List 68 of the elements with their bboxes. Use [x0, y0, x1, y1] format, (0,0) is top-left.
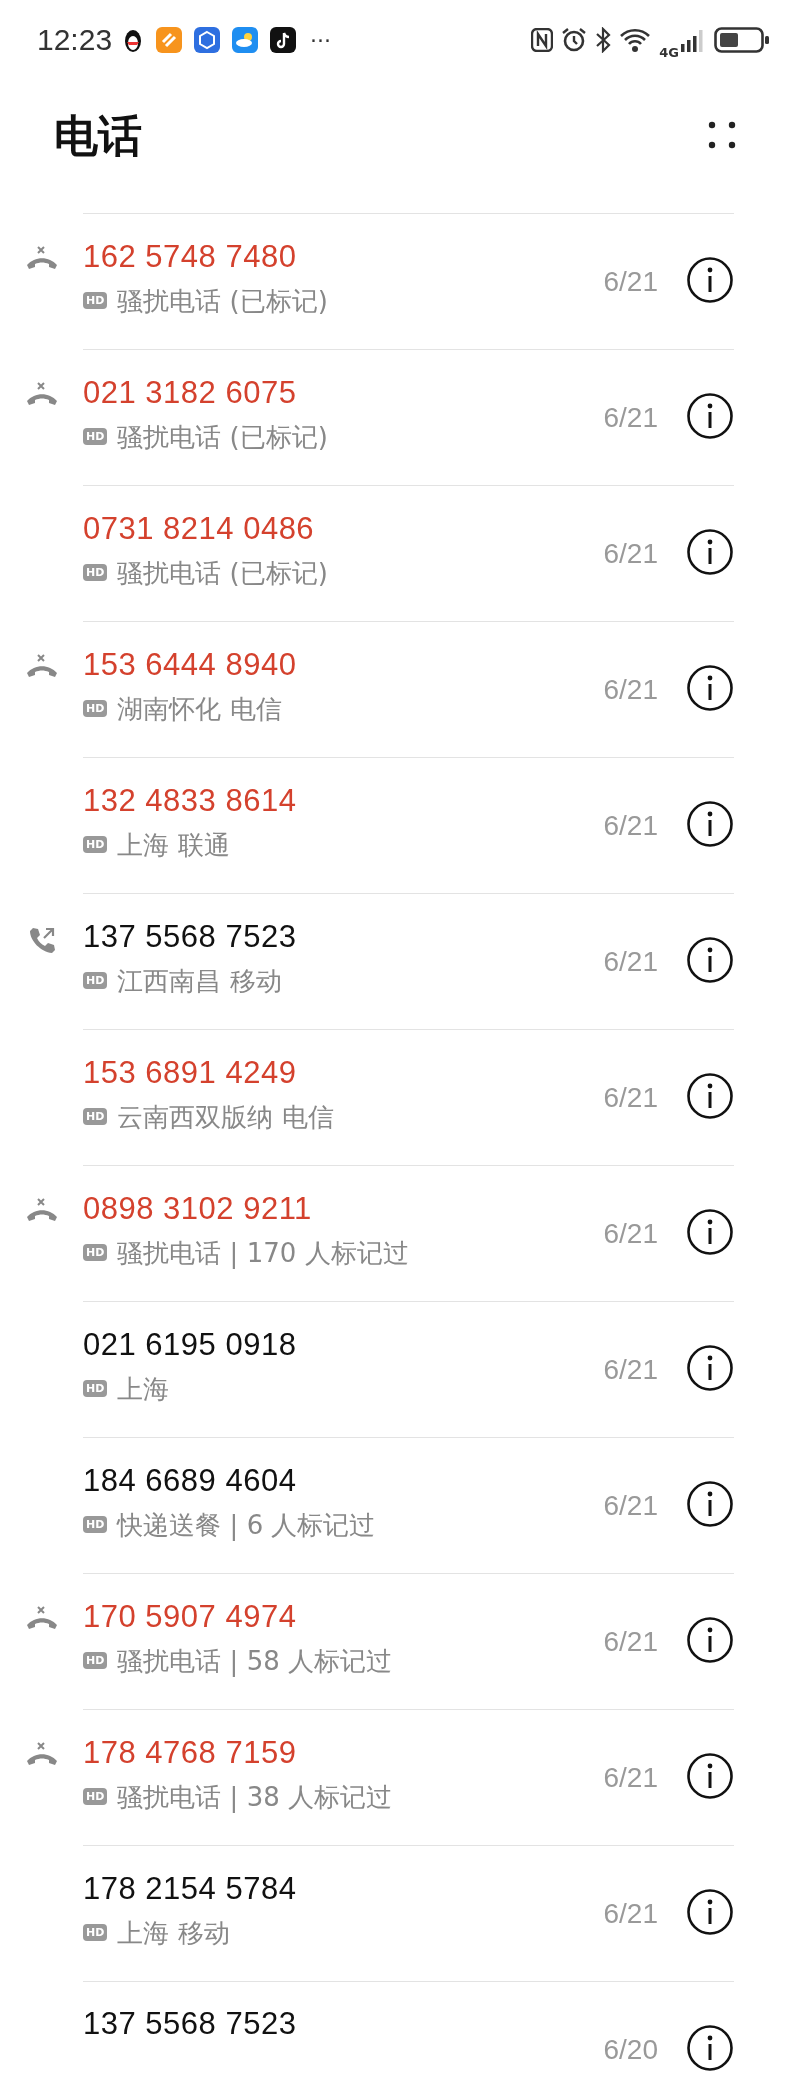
phone-number: 137 5568 7523 [83, 2005, 298, 2043]
call-date: 6/21 [603, 1353, 658, 1386]
call-detail: 上海 [117, 1372, 170, 1405]
call-date: 6/20 [603, 2033, 658, 2066]
bluetooth-icon [595, 27, 612, 53]
signal-icon [680, 27, 706, 53]
call-detail: 云南西双版纳 电信 [117, 1100, 334, 1133]
call-detail: 骚扰电话 (已标记) [117, 556, 328, 589]
phone-number: 170 5907 4974 [83, 1597, 298, 1636]
phone-number: 178 4768 7159 [83, 1733, 298, 1772]
call-detail: 骚扰电话 (已标记) [117, 284, 328, 317]
hd-badge: HD [83, 1380, 108, 1397]
music-note-icon [270, 27, 297, 53]
wifi-icon [619, 27, 652, 53]
hd-badge: HD [83, 1652, 108, 1669]
call-date: 6/21 [603, 945, 658, 978]
clock-time: 12:23 [37, 23, 113, 57]
call-date: 6/21 [603, 1081, 658, 1114]
hd-badge: HD [83, 1924, 108, 1941]
call-date: 6/21 [603, 673, 658, 706]
hd-badge: HD [83, 972, 108, 989]
weather-icon [232, 27, 259, 53]
phone-number: 137 5568 7523 [83, 917, 298, 956]
call-date: 6/21 [603, 1625, 658, 1658]
phone-number: 021 3182 6075 [83, 373, 298, 412]
call-date: 6/21 [603, 265, 658, 298]
hd-badge: HD [83, 564, 108, 581]
call-detail: 骚扰电话 | 170 人标记过 [117, 1236, 409, 1269]
phone-number: 153 6891 4249 [83, 1053, 298, 1092]
phone-number: 021 6195 0918 [83, 1325, 298, 1364]
phone-number: 0731 8214 0486 [83, 509, 316, 548]
hd-badge: HD [83, 428, 108, 445]
call-detail: 湖南怀化 电信 [117, 692, 282, 725]
hd-badge: HD [83, 700, 108, 717]
nfc-icon [531, 28, 554, 52]
call-date: 6/21 [603, 1761, 658, 1794]
more-notifications: ··· [310, 27, 332, 53]
battery-icon [714, 27, 770, 53]
phone-number: 184 6689 4604 [83, 1461, 298, 1500]
alarm-icon [561, 27, 588, 53]
hd-badge: HD [83, 836, 108, 853]
call-detail: 骚扰电话 (已标记) [117, 420, 328, 453]
phone-number: 178 2154 5784 [83, 1869, 298, 1908]
app-icon [156, 27, 183, 53]
call-date: 6/21 [603, 1897, 658, 1930]
page-title: 电话 [54, 109, 142, 163]
call-date: 6/21 [603, 401, 658, 434]
call-detail: 骚扰电话 | 38 人标记过 [117, 1780, 392, 1813]
network-type: 4G [659, 45, 679, 59]
phone-number: 0898 3102 9211 [83, 1189, 313, 1228]
phone-number: 132 4833 8614 [83, 781, 298, 820]
hd-badge: HD [83, 1244, 108, 1261]
app-icon [194, 27, 221, 53]
call-detail: 快递送餐 | 6 人标记过 [117, 1508, 376, 1541]
hd-badge: HD [83, 292, 108, 309]
call-detail: 上海 移动 [117, 1916, 230, 1949]
phone-number: 153 6444 8940 [83, 645, 298, 684]
hd-badge: HD [83, 1788, 108, 1805]
call-date: 6/21 [603, 1217, 658, 1250]
call-date: 6/21 [603, 809, 658, 842]
call-detail: 江西南昌 移动 [117, 964, 282, 997]
call-date: 6/21 [603, 537, 658, 570]
call-date: 6/21 [603, 1489, 658, 1522]
phone-number: 162 5748 7480 [83, 237, 298, 276]
hd-badge: HD [83, 1516, 108, 1533]
call-detail: 骚扰电话 | 58 人标记过 [117, 1644, 392, 1677]
call-detail: 上海 联通 [117, 828, 230, 861]
hd-badge: HD [83, 1108, 108, 1125]
